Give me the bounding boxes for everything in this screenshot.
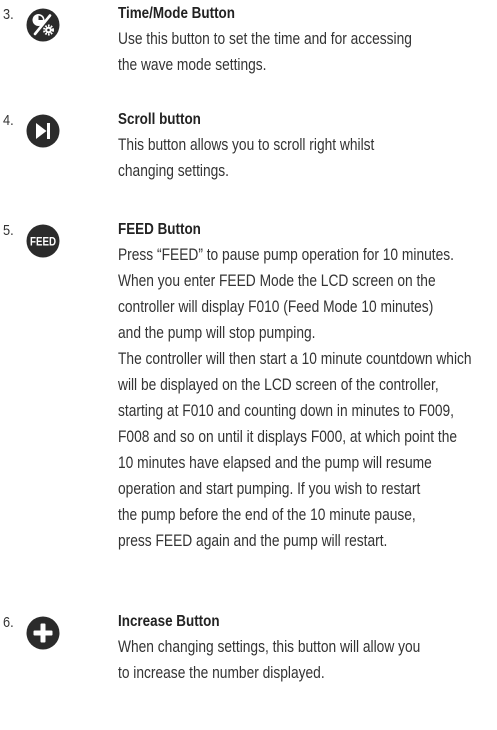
item-title: Scroll button <box>118 111 201 128</box>
item-text-line: the wave mode settings. <box>118 56 267 74</box>
item-text-line: Use this button to set the time and for … <box>118 30 412 48</box>
scroll-right-icon <box>26 114 60 148</box>
manual-page: { "items": [ { "number": "3.", "icon": "… <box>0 0 497 730</box>
item-title: FEED Button <box>118 221 201 238</box>
item-text-line: The controller will then start a 10 minu… <box>118 350 472 368</box>
item-text-line: F008 and so on until it displays F000, a… <box>118 428 458 446</box>
item-text-line: the pump before the end of the 10 minute… <box>118 506 416 524</box>
item-text-line: to increase the number displayed. <box>118 664 325 682</box>
plus-icon <box>26 616 60 650</box>
feed-icon-label: FEED <box>30 237 56 249</box>
item-text-line: Press “FEED” to pause pump operation for… <box>118 246 454 264</box>
item-text-line: 10 minutes have elapsed and the pump wil… <box>118 454 432 472</box>
item-title: Increase Button <box>118 613 220 630</box>
item-text-line: This button allows you to scroll right w… <box>118 136 375 154</box>
feed-icon: FEED <box>26 224 60 258</box>
item-title: Time/Mode Button <box>118 5 235 22</box>
item-number: 4. <box>3 112 14 129</box>
time-mode-icon <box>26 8 60 42</box>
item-text-line: will be displayed on the LCD screen of t… <box>118 376 439 394</box>
item-text-line: press FEED again and the pump will resta… <box>118 532 388 550</box>
item-text-line: When changing settings, this button will… <box>118 638 421 656</box>
item-text-line: When you enter FEED Mode the LCD screen … <box>118 272 436 290</box>
item-text-line: changing settings. <box>118 162 229 180</box>
item-text-line: and the pump will stop pumping. <box>118 324 316 342</box>
item-number: 3. <box>3 6 14 23</box>
item-text-line: operation and start pumping. If you wish… <box>118 480 421 498</box>
item-number: 6. <box>3 614 14 631</box>
item-number: 5. <box>3 222 14 239</box>
item-text-line: controller will display F010 (Feed Mode … <box>118 298 434 316</box>
item-text-line: starting at F010 and counting down in mi… <box>118 402 454 420</box>
